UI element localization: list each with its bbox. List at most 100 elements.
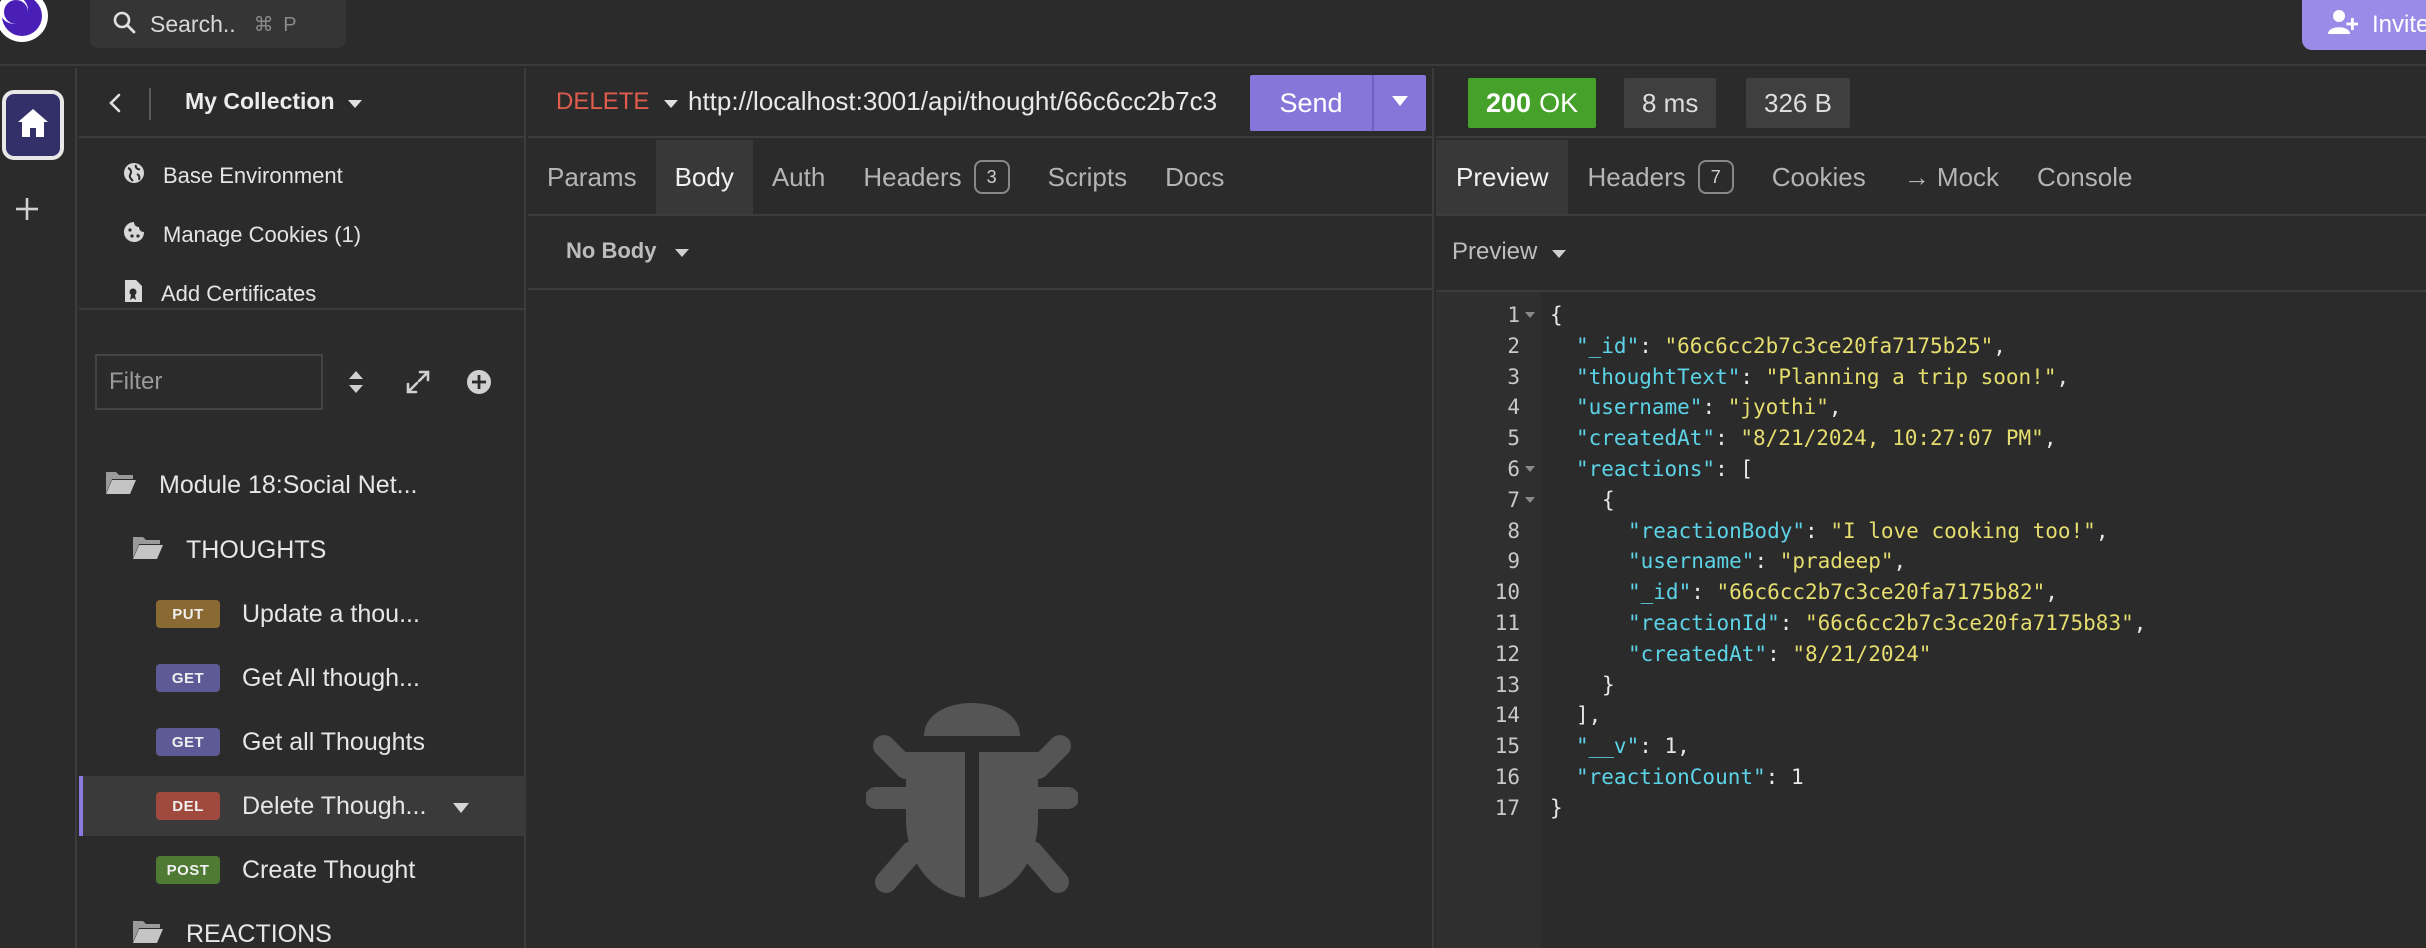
manage-cookies-label: Manage Cookies (1) bbox=[163, 222, 362, 247]
json-punctuation: , bbox=[1828, 395, 1842, 420]
line-number: 4 bbox=[1507, 395, 1520, 420]
request-item-create-thought[interactable]: POST Create Thought bbox=[79, 840, 526, 900]
method-dropdown[interactable]: DELETE bbox=[556, 88, 679, 116]
request-item-update-thought[interactable]: PUT Update a thou... bbox=[79, 584, 526, 644]
method-badge-del: DEL bbox=[156, 792, 220, 820]
line-number-gutter: 1 2 3 4 5 6 7 8 9 10 11 12 13 14 15 16 17 bbox=[1436, 292, 1542, 948]
request-options-button[interactable] bbox=[452, 792, 470, 821]
json-punctuation: , bbox=[2133, 611, 2147, 635]
code-line: "reactionBody": "I love cooking too!", bbox=[1628, 516, 2108, 547]
caret-down-icon bbox=[1551, 238, 1567, 266]
tab-label: Console bbox=[2037, 161, 2133, 192]
folder-thoughts[interactable]: THOUGHTS bbox=[79, 520, 526, 580]
json-punctuation: , bbox=[2095, 518, 2109, 543]
code-line: } bbox=[1550, 793, 1563, 824]
send-button[interactable]: Send bbox=[1250, 88, 1372, 119]
tab-params[interactable]: Params bbox=[528, 140, 656, 214]
code-line: "_id": "66c6cc2b7c3ce20fa7175b25", bbox=[1576, 331, 2006, 362]
invite-button[interactable]: Invite bbox=[2302, 0, 2426, 50]
tab-docs[interactable]: Docs bbox=[1146, 140, 1243, 214]
status-code: 200 bbox=[1486, 87, 1532, 118]
search-shortcut: ⌘ P bbox=[253, 13, 299, 36]
code-line: "createdAt": "8/21/2024, 10:27:07 PM", bbox=[1576, 423, 2056, 454]
code-line: } bbox=[1602, 670, 1615, 701]
add-certificates-label: Add Certificates bbox=[161, 281, 317, 306]
code-line: "username": "pradeep", bbox=[1628, 546, 1906, 577]
request-name: Update a thou... bbox=[242, 599, 420, 628]
send-button-group: Send bbox=[1250, 75, 1426, 131]
line-number: 5 bbox=[1507, 426, 1520, 451]
preview-mode-dropdown[interactable]: Preview bbox=[1452, 238, 1567, 266]
line-number: 17 bbox=[1494, 795, 1520, 820]
left-rail bbox=[0, 68, 77, 948]
tab-preview[interactable]: Preview bbox=[1436, 140, 1569, 214]
collection-dropdown[interactable]: My Collection bbox=[185, 88, 363, 115]
line-number: 6 bbox=[1507, 457, 1520, 481]
plus-icon bbox=[14, 196, 40, 227]
tab-mock[interactable]: → Mock bbox=[1885, 140, 2018, 214]
tab-response-headers[interactable]: Headers 7 bbox=[1568, 140, 1752, 214]
expand-all-button[interactable] bbox=[404, 368, 432, 396]
request-item-get-all-thoughts-1[interactable]: GET Get All though... bbox=[79, 648, 526, 708]
manage-cookies-link[interactable]: Manage Cookies (1) bbox=[123, 221, 361, 249]
tab-label: Cookies bbox=[1771, 161, 1866, 192]
json-punctuation: : bbox=[1767, 641, 1793, 666]
tab-console[interactable]: Console bbox=[2018, 140, 2151, 214]
json-string: "66c6cc2b7c3ce20fa7175b25" bbox=[1664, 333, 1994, 358]
url-input[interactable]: http://localhost:3001/api/thought/66c6cc… bbox=[688, 86, 1218, 117]
tab-headers[interactable]: Headers 3 bbox=[844, 140, 1028, 214]
code-line: { bbox=[1550, 300, 1563, 331]
tab-label: Params bbox=[547, 161, 637, 192]
base-environment-link[interactable]: Base Environment bbox=[123, 162, 343, 190]
tabs-divider bbox=[1436, 214, 2426, 216]
json-viewer[interactable]: 1 2 3 4 5 6 7 8 9 10 11 12 13 14 15 16 17 {"_id": "66c6c… bbox=[1436, 292, 2426, 948]
back-button[interactable] bbox=[105, 92, 127, 114]
json-punctuation: , bbox=[1993, 333, 2006, 358]
response-tabs: Preview Headers 7 Cookies → Mock Console bbox=[1436, 140, 2151, 214]
folder-reactions[interactable]: REACTIONS bbox=[79, 904, 526, 948]
collection-name: My Collection bbox=[185, 88, 335, 114]
request-name: Get all Thoughts bbox=[242, 727, 425, 756]
filter-input[interactable] bbox=[95, 354, 323, 410]
app-logo-icon[interactable] bbox=[0, 0, 50, 46]
send-options-button[interactable] bbox=[1374, 94, 1426, 112]
request-item-get-all-thoughts-2[interactable]: GET Get all Thoughts bbox=[79, 712, 526, 772]
json-string: "66c6cc2b7c3ce20fa7175b83" bbox=[1805, 611, 2134, 635]
add-request-button[interactable] bbox=[465, 368, 493, 396]
json-punctuation: : [ bbox=[1715, 457, 1754, 481]
tab-scripts[interactable]: Scripts bbox=[1029, 140, 1146, 214]
tab-body[interactable]: Body bbox=[655, 140, 753, 214]
home-button[interactable] bbox=[2, 90, 64, 160]
fold-toggle-icon[interactable] bbox=[1524, 300, 1536, 331]
chevron-left-icon bbox=[105, 93, 127, 118]
response-pane: 200 OK 8 ms 326 B Preview Headers 7 Cook… bbox=[1436, 68, 2426, 948]
fold-toggle-icon[interactable] bbox=[1524, 454, 1536, 485]
request-item-delete-thought[interactable]: DEL Delete Though... bbox=[79, 776, 526, 836]
body-type-dropdown[interactable]: No Body bbox=[566, 238, 690, 264]
add-project-button[interactable] bbox=[12, 196, 42, 226]
search-label: Search.. bbox=[150, 10, 236, 37]
tab-label: Body bbox=[674, 161, 734, 192]
json-key: "reactions" bbox=[1576, 457, 1716, 481]
sidebar-divider bbox=[79, 308, 526, 310]
collection-folder-root[interactable]: Module 18:Social Net... bbox=[79, 455, 526, 515]
json-string: "I love cooking too!" bbox=[1830, 518, 2096, 543]
line-number: 8 bbox=[1507, 518, 1520, 543]
code-line: "__v": 1, bbox=[1576, 731, 1690, 762]
json-string: "8/21/2024" bbox=[1792, 641, 1932, 666]
url-bar: DELETE http://localhost:3001/api/thought… bbox=[528, 68, 1434, 138]
search-button[interactable]: Search.. ⌘ P bbox=[90, 0, 346, 48]
tab-label: Scripts bbox=[1047, 161, 1128, 192]
line-number: 10 bbox=[1494, 580, 1520, 605]
request-name: Create Thought bbox=[242, 855, 416, 884]
code-line: ], bbox=[1576, 700, 1601, 731]
sort-button[interactable] bbox=[342, 368, 370, 396]
json-punctuation: : bbox=[1691, 580, 1717, 605]
json-key: "reactionId" bbox=[1628, 611, 1780, 635]
add-certificates-link[interactable]: Add Certificates bbox=[123, 279, 316, 309]
tab-cookies[interactable]: Cookies bbox=[1753, 140, 1885, 214]
json-punctuation: , bbox=[2043, 426, 2057, 451]
tab-auth[interactable]: Auth bbox=[753, 140, 845, 214]
method-badge-post: POST bbox=[156, 856, 220, 884]
fold-toggle-icon[interactable] bbox=[1524, 485, 1536, 516]
